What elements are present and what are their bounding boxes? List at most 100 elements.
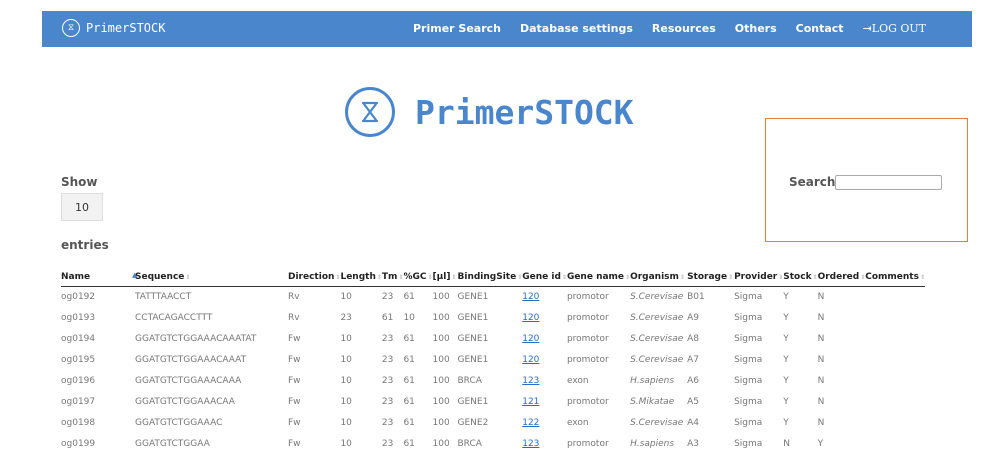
nav-database-settings[interactable]: Database settings — [520, 22, 633, 35]
column-header-storage[interactable]: Storage⇕ — [687, 268, 735, 287]
cell-l: 100 — [432, 334, 450, 345]
cell-tm: 23 — [381, 396, 394, 407]
table-row[interactable]: og0193 CCTACAGACCTTT Rv 23 61 10 100 GENE1 120 pr… — [61, 308, 925, 329]
column-header-provider[interactable]: Provider⇕ — [734, 268, 784, 287]
cell-stock: Y — [783, 396, 789, 407]
cell-gene-id: 120 — [522, 329, 567, 350]
cell-length: 10 — [340, 376, 352, 386]
cell-direction: Fw — [288, 396, 301, 407]
cell-bindingsite: BRCA — [457, 438, 482, 449]
sort-icon: ⇕ — [679, 274, 685, 281]
cell-gene-id: 120 — [522, 350, 567, 371]
column-header-organism[interactable]: Organism⇕ — [630, 268, 688, 287]
cell-sequence: GGATGTCTGGAA — [135, 438, 210, 449]
cell-direction: Fw — [288, 417, 301, 428]
gene-id-link[interactable]: 120 — [522, 334, 539, 344]
cell-tm: 23 — [381, 334, 394, 345]
cell-gc: 61 — [403, 376, 415, 386]
cell-gc: 61 — [403, 396, 415, 407]
cell-storage: A7 — [687, 355, 699, 366]
table-header-row: Name ▲ Sequence⇕ Direction⇕ Length⇕ Tm⇕ %GC⇕[… — [61, 268, 925, 287]
gene-id-link[interactable]: 120 — [522, 313, 539, 323]
cell-organism: S.Cerevisae — [630, 334, 684, 345]
cell-sequence: CCTACAGACCTTT — [135, 313, 213, 324]
cell-length: 23 — [340, 313, 352, 324]
column-header-length[interactable]: Length⇕ — [340, 268, 382, 287]
table-row[interactable]: og0199 GGATGTCTGGAA Fw 10 23 61 100 BRCA 123 prom… — [61, 433, 925, 454]
column-header-ordered[interactable]: Ordered⇕ — [817, 268, 866, 287]
column-header-label: Gene name — [566, 272, 625, 282]
column-header-label: [µl] — [432, 272, 451, 282]
cell-ordered: N — [817, 313, 825, 324]
column-header-bindingsite[interactable]: BindingSite⇕ — [457, 268, 523, 287]
cell-length: 10 — [340, 396, 352, 407]
column-header-name[interactable]: Name ▲ — [61, 268, 137, 287]
table-row[interactable]: og0197 GGATGTCTGGAAACAA Fw 10 23 61 100 GENE1 12… — [61, 391, 925, 412]
cell-bindingsite: BRCA — [457, 376, 482, 386]
column-header-direction[interactable]: Direction⇕ — [288, 268, 341, 287]
column-header-label: Ordered — [817, 272, 860, 282]
column-header-gc[interactable]: %GC⇕ — [403, 268, 433, 287]
cell-organism: H.sapiens — [630, 438, 675, 449]
gene-id-link[interactable]: 120 — [522, 292, 539, 302]
gene-id-link[interactable]: 123 — [522, 376, 539, 386]
cell-storage: A4 — [687, 417, 699, 428]
brand[interactable]: ⧖ PrimerSTOCK — [62, 19, 165, 37]
cell-sequence: GGATGTCTGGAAAC — [135, 417, 223, 428]
column-header-comments[interactable]: Comments⇕ — [865, 268, 925, 287]
cell-sequence: GGATGTCTGGAAACAA — [135, 396, 235, 407]
column-header-sequence[interactable]: Sequence⇕ — [135, 268, 288, 287]
nav-primer-search[interactable]: Primer Search — [413, 22, 501, 35]
entries-per-page-select[interactable]: 10 — [61, 193, 103, 221]
logout-button[interactable]: ⇥LOG OUT — [863, 22, 926, 35]
logout-label: LOG OUT — [871, 22, 926, 35]
table-row[interactable]: og0198 GGATGTCTGGAAAC Fw 10 23 61 100 GENE2 122 e… — [61, 412, 925, 433]
cell-provider: Sigma — [734, 438, 763, 449]
cell-gene-name: exon — [566, 417, 589, 428]
table-row[interactable]: og0196 GGATGTCTGGAAACAAA Fw 10 23 61 100 BRCA 12… — [61, 371, 925, 392]
gene-id-link[interactable]: 123 — [522, 439, 539, 449]
cell-direction: Fw — [288, 438, 301, 449]
cell-gc: 61 — [403, 417, 415, 428]
cell-comments — [865, 287, 925, 308]
column-header-stock[interactable]: Stock⇕ — [783, 268, 818, 287]
dna-icon: ⧖ — [62, 19, 80, 37]
cell-gc: 10 — [403, 313, 415, 324]
cell-comments — [865, 391, 925, 412]
cell-organism: H.sapiens — [630, 376, 675, 386]
cell-storage: A9 — [687, 313, 699, 324]
table-row[interactable]: og0194 GGATGTCTGGAAACAAATAT Fw 10 23 61 100 GEN… — [61, 329, 925, 350]
entries-label: entries — [61, 238, 109, 252]
cell-gene-name: promotor — [566, 396, 609, 407]
cell-provider: Sigma — [734, 313, 763, 324]
cell-provider: Sigma — [734, 396, 763, 407]
cell-gc: 61 — [403, 292, 415, 303]
gene-id-link[interactable]: 121 — [522, 397, 539, 407]
cell-organism: S.Cerevisae — [630, 292, 684, 303]
column-header-l[interactable]: [µl]⇕ — [432, 268, 458, 287]
column-header-gene-name[interactable]: Gene name⇕ — [566, 268, 631, 287]
table-row[interactable]: og0195 GGATGTCTGGAAACAAAT Fw 10 23 61 100 GENE1… — [61, 350, 925, 371]
nav-resources[interactable]: Resources — [652, 22, 716, 35]
cell-l: 100 — [432, 417, 450, 428]
cell-direction: Fw — [288, 376, 301, 386]
cell-comments — [865, 371, 925, 392]
gene-id-link[interactable]: 120 — [522, 355, 539, 365]
cell-stock: Y — [783, 355, 789, 366]
gene-id-link[interactable]: 122 — [522, 418, 539, 428]
cell-comments — [865, 412, 925, 433]
cell-name: og0193 — [61, 313, 96, 324]
cell-gene-name: promotor — [566, 313, 609, 324]
cell-stock: Y — [783, 313, 789, 324]
search-input[interactable] — [835, 175, 942, 190]
cell-l: 100 — [432, 396, 450, 407]
table-row[interactable]: og0192 TATTTAACCT Rv 10 23 61 100 GENE1 120 promo… — [61, 287, 925, 308]
cell-l: 100 — [432, 376, 450, 386]
column-header-tm[interactable]: Tm⇕ — [381, 268, 404, 287]
column-header-gene-id[interactable]: Gene id⇕ — [522, 268, 567, 287]
cell-gc: 61 — [403, 438, 415, 449]
nav-others[interactable]: Others — [735, 22, 777, 35]
cell-tm: 23 — [381, 438, 394, 449]
cell-name: og0196 — [61, 376, 96, 386]
nav-contact[interactable]: Contact — [796, 22, 844, 35]
